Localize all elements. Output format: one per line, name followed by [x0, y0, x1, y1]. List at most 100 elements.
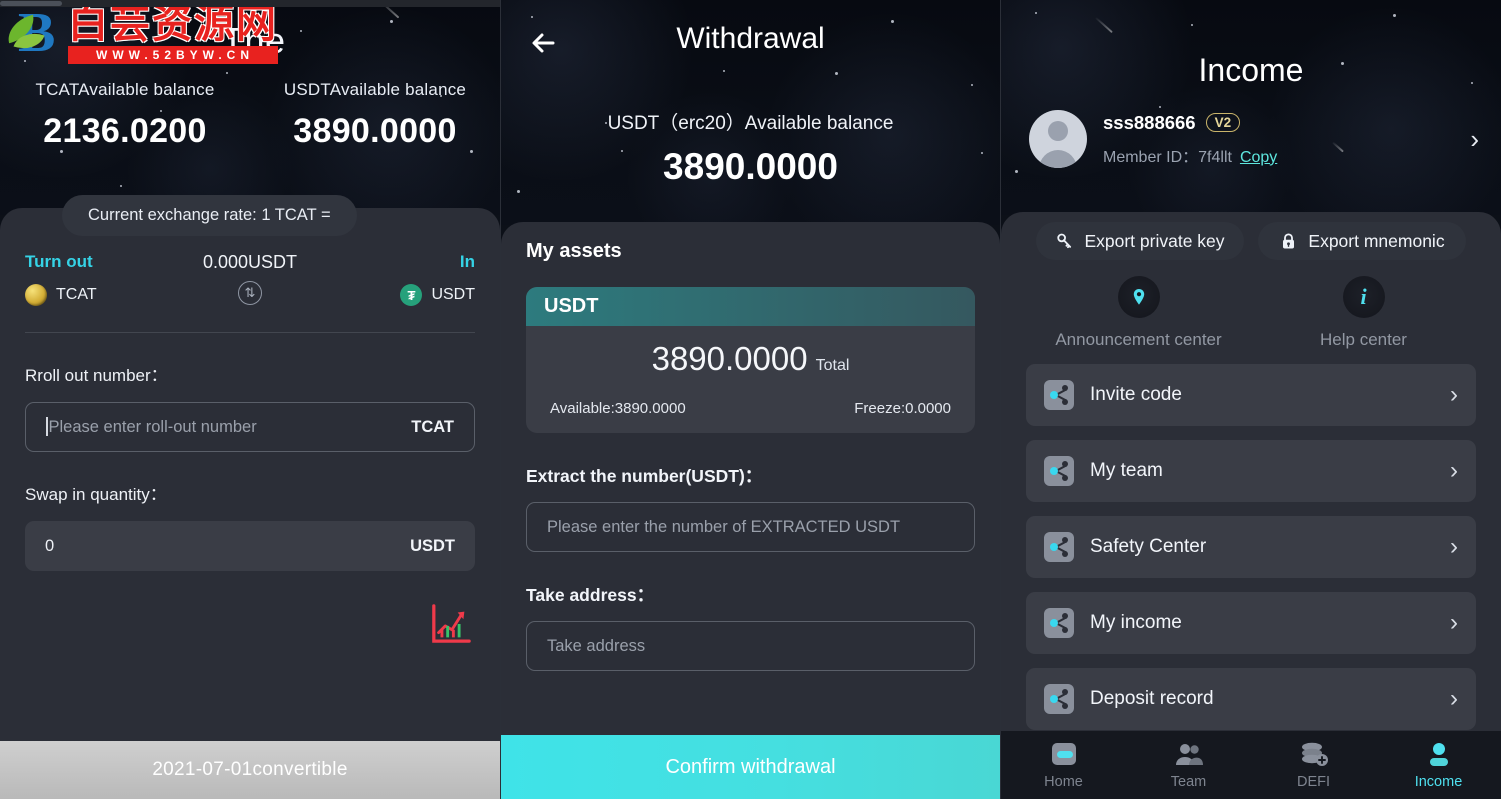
swap-in-side[interactable]: In ₮ USDT	[355, 252, 475, 306]
convertible-footer[interactable]: 2021-07-01convertible	[0, 741, 500, 799]
user-avatar-icon[interactable]	[1029, 110, 1087, 168]
swap-circle-icon[interactable]: ⇅	[238, 281, 262, 305]
swap-out-coin-label: TCAT	[56, 286, 97, 303]
chevron-right-icon: ›	[1450, 457, 1458, 484]
team-icon	[1126, 740, 1251, 770]
member-id-value: 7f4llt	[1198, 148, 1232, 166]
export-button-label: Export private key	[1084, 230, 1225, 251]
chevron-right-icon[interactable]: ›	[1470, 124, 1479, 155]
three-panel-screenshot: The TCATAvailable balance 2136.0200 USDT…	[0, 0, 1501, 799]
take-address-label: Take address：	[526, 585, 655, 605]
my-assets-title: My assets	[526, 240, 622, 262]
tab-label: Team	[1170, 774, 1207, 790]
extract-number-label: Extract the number(USDT)：	[526, 466, 763, 486]
balance-label: TCATAvailable balance	[35, 80, 215, 99]
quick-link-announcement[interactable]: Announcement center	[1026, 276, 1251, 350]
watermark-url: WWW.52BYW.CN	[68, 45, 278, 64]
quick-links-row: Announcement center i Help center	[1026, 276, 1476, 350]
tab-income[interactable]: Income	[1376, 740, 1501, 790]
menu-item-my-team[interactable]: My team ›	[1026, 440, 1476, 502]
divider	[25, 332, 475, 333]
balance-value: 3890.0000	[293, 112, 457, 150]
user-info: sss888666 V2 Member ID：7f4llt Copy	[1103, 112, 1470, 167]
menu-item-invite-code[interactable]: Invite code ›	[1026, 364, 1476, 426]
tcat-coin-icon	[25, 284, 47, 306]
swap-out-side[interactable]: Turn out TCAT	[25, 252, 145, 306]
swap-in-tag: In	[459, 252, 475, 271]
user-name-row: sss888666 V2	[1103, 112, 1470, 134]
tab-label: Home	[1044, 774, 1083, 790]
swap-in-unit: USDT	[410, 536, 455, 555]
tab-home[interactable]: Home	[1001, 740, 1126, 790]
menu-item-label: My team	[1090, 460, 1163, 481]
chevron-right-icon: ›	[1450, 685, 1458, 712]
home-icon	[1001, 740, 1126, 770]
swap-in-input[interactable]: 0 USDT	[25, 521, 475, 571]
menu-item-label: Safety Center	[1090, 536, 1207, 557]
asset-total-value: 3890.0000	[651, 340, 808, 377]
available-balance-amount: 3890.0000	[663, 146, 838, 187]
swap-in-coin[interactable]: ₮ USDT	[355, 284, 475, 306]
quick-link-help[interactable]: i Help center	[1251, 276, 1476, 350]
location-pin-icon	[1117, 276, 1160, 318]
tab-team[interactable]: Team	[1126, 740, 1251, 790]
key-icon	[1057, 233, 1072, 248]
balance-label: USDTAvailable balance	[283, 80, 467, 99]
starfield-background	[1001, 0, 1501, 215]
horizontal-scrollbar[interactable]	[0, 0, 500, 7]
balance-value: 2136.0200	[43, 112, 207, 150]
chevron-right-icon: ›	[1450, 533, 1458, 560]
trend-chart-icon[interactable]	[430, 603, 472, 645]
asset-sub-row: Available:3890.0000 Freeze:0.0000	[544, 400, 957, 417]
watermark-logo-icon: B	[3, 2, 66, 64]
chevron-right-icon: ›	[1450, 381, 1458, 408]
roll-out-placeholder: Please enter roll-out number	[48, 418, 257, 436]
share-nodes-icon	[1044, 608, 1074, 638]
asset-freeze: Freeze:0.0000	[854, 400, 951, 417]
watermark-text: 白芸资源网 WWW.52BYW.CN	[68, 3, 278, 64]
site-watermark: B 白芸资源网 WWW.52BYW.CN	[3, 2, 278, 64]
person-icon	[1376, 740, 1501, 770]
tab-defi[interactable]: DEFI	[1251, 740, 1376, 790]
asset-total-row: 3890.0000 Total	[544, 340, 957, 378]
copy-button[interactable]: Copy	[1240, 149, 1277, 166]
withdrawal-sheet: My assets USDT 3890.0000 Total Available:…	[501, 222, 1000, 735]
extract-number-input[interactable]: Please enter the number of EXTRACTED USD…	[526, 502, 975, 552]
swap-out-tag: Turn out	[25, 252, 93, 271]
swap-form-sheet: Turn out TCAT 0.000USDT ⇅ In ₮ USDT Rrol…	[0, 208, 500, 741]
user-profile-row[interactable]: sss888666 V2 Member ID：7f4llt Copy ›	[1029, 110, 1479, 168]
income-panel: Income sss888666 V2 Member ID：7f4llt Copy…	[1000, 0, 1501, 799]
quick-link-label: Announcement center	[1055, 330, 1222, 349]
asset-total-label: Total	[815, 357, 850, 374]
status-badge: V2	[1205, 113, 1241, 132]
roll-out-unit: TCAT	[411, 417, 454, 436]
menu-item-label: My income	[1090, 612, 1182, 633]
info-icon: i	[1342, 276, 1385, 318]
menu-item-safety-center[interactable]: Safety Center ›	[1026, 516, 1476, 578]
swap-direction-row: Turn out TCAT 0.000USDT ⇅ In ₮ USDT	[25, 252, 475, 306]
export-button-label: Export mnemonic	[1308, 230, 1445, 251]
tab-label: DEFI	[1296, 774, 1331, 790]
available-balance-label: USDT（erc20）Available balance	[607, 113, 894, 134]
roll-out-label: Rroll out number：	[25, 366, 168, 385]
export-private-key-button[interactable]: Export private key	[1036, 222, 1244, 260]
share-nodes-icon	[1044, 380, 1074, 410]
page-title: Withdrawal	[676, 22, 825, 55]
text-caret	[46, 417, 48, 436]
lock-icon	[1283, 232, 1295, 249]
asset-card[interactable]: USDT 3890.0000 Total Available:3890.0000 …	[526, 287, 975, 433]
export-mnemonic-button[interactable]: Export mnemonic	[1258, 222, 1466, 260]
balance-tcat: TCATAvailable balance 2136.0200	[0, 80, 250, 151]
confirm-withdrawal-button[interactable]: Confirm withdrawal	[501, 735, 1000, 799]
bottom-tab-bar: Home Team DEFI Income	[1001, 731, 1501, 799]
swap-in-label: Swap in quantity：	[25, 485, 167, 504]
asset-card-symbol: USDT	[526, 287, 975, 326]
swap-out-coin[interactable]: TCAT	[25, 284, 145, 306]
menu-item-my-income[interactable]: My income ›	[1026, 592, 1476, 654]
defi-coins-icon	[1251, 740, 1376, 770]
avatar-body	[1039, 150, 1077, 168]
menu-item-deposit-record[interactable]: Deposit record ›	[1026, 668, 1476, 730]
take-address-input[interactable]: Take address	[526, 621, 975, 671]
roll-out-input[interactable]: Please enter roll-out number TCAT	[25, 402, 475, 452]
scrollbar-thumb[interactable]	[0, 1, 62, 6]
